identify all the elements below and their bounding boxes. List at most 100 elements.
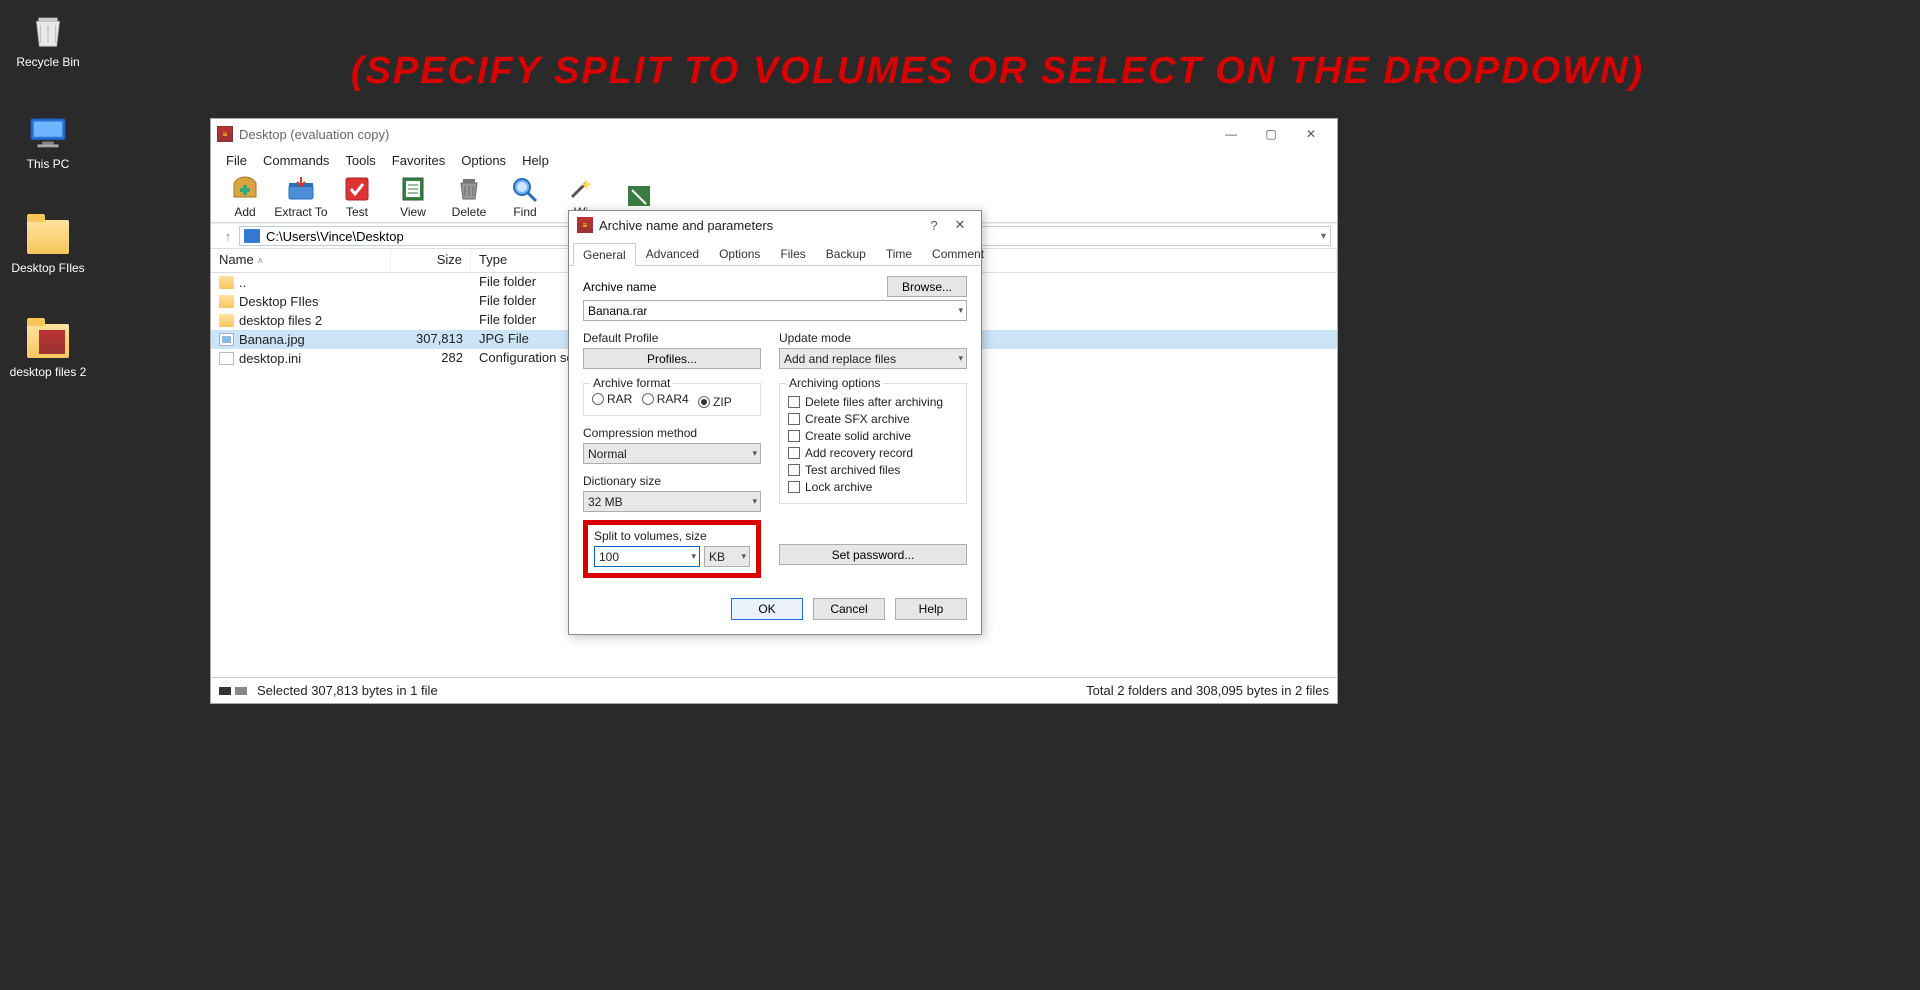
chk-delete-after[interactable]: Delete files after archiving	[788, 395, 958, 409]
up-button[interactable]: ↑	[217, 229, 239, 244]
archive-name-combo[interactable]: Banana.rar ▾	[583, 300, 967, 321]
path-text: C:\Users\Vince\Desktop	[266, 229, 404, 244]
file-icon	[219, 276, 234, 289]
radio-icon	[642, 393, 654, 405]
split-unit-combo[interactable]: KB ▾	[704, 546, 750, 567]
file-size	[391, 273, 471, 292]
col-name-header[interactable]: Name ˄	[211, 249, 391, 272]
profiles-button[interactable]: Profiles...	[583, 348, 761, 369]
desktop-icon-label: Recycle Bin	[8, 55, 88, 69]
file-icon	[219, 314, 234, 327]
dialog-help-button[interactable]: ?	[921, 218, 947, 233]
compression-combo[interactable]: Normal▾	[583, 443, 761, 464]
wizard-icon	[564, 174, 598, 204]
file-size	[391, 292, 471, 311]
file-name: desktop.ini	[239, 351, 301, 366]
file-name: Desktop FIles	[239, 294, 318, 309]
ok-button[interactable]: OK	[731, 598, 803, 620]
delete-icon	[452, 174, 486, 204]
chk-add-recovery[interactable]: Add recovery record	[788, 446, 958, 460]
dialog-title: Archive name and parameters	[599, 218, 773, 233]
chevron-down-icon: ▾	[691, 551, 696, 562]
window-title: Desktop (evaluation copy)	[239, 127, 389, 142]
tab-files[interactable]: Files	[770, 242, 815, 265]
archive-params-dialog: ≡ Archive name and parameters ? ✕ Genera…	[568, 210, 982, 635]
chevron-down-icon: ▾	[741, 551, 746, 562]
recycle-bin-icon	[27, 10, 69, 52]
tab-time[interactable]: Time	[876, 242, 922, 265]
menubar: File Commands Tools Favorites Options He…	[211, 149, 1337, 171]
default-profile-label: Default Profile	[583, 331, 761, 345]
split-size-value: 100	[599, 550, 619, 564]
checkbox-icon	[788, 481, 800, 493]
minimize-button[interactable]: —	[1211, 121, 1251, 147]
desktop-icon-label: This PC	[8, 157, 88, 171]
titlebar[interactable]: ≡ Desktop (evaluation copy) — ▢ ✕	[211, 119, 1337, 149]
radio-rar[interactable]: RAR	[592, 392, 632, 406]
radio-zip[interactable]: ZIP	[698, 395, 732, 409]
tool-view[interactable]: View	[385, 174, 441, 219]
set-password-button[interactable]: Set password...	[779, 544, 967, 565]
tab-options[interactable]: Options	[709, 242, 770, 265]
file-icon	[219, 352, 234, 365]
split-size-combo[interactable]: 100 ▾	[594, 546, 700, 567]
close-button[interactable]: ✕	[1291, 121, 1331, 147]
tool-test[interactable]: Test	[329, 174, 385, 219]
dialog-close-button[interactable]: ✕	[947, 217, 973, 233]
help-button[interactable]: Help	[895, 598, 967, 620]
tool-delete[interactable]: Delete	[441, 174, 497, 219]
menu-commands[interactable]: Commands	[256, 152, 336, 169]
chk-test-archived[interactable]: Test archived files	[788, 463, 958, 477]
desktop-folder-1[interactable]: Desktop FIles	[8, 216, 88, 275]
maximize-button[interactable]: ▢	[1251, 121, 1291, 147]
find-icon	[508, 174, 542, 204]
radio-rar4[interactable]: RAR4	[642, 392, 689, 406]
chevron-down-icon: ▾	[958, 305, 963, 316]
browse-button[interactable]: Browse...	[887, 276, 967, 297]
desktop-this-pc[interactable]: This PC	[8, 112, 88, 171]
cancel-button[interactable]: Cancel	[813, 598, 885, 620]
tab-advanced[interactable]: Advanced	[636, 242, 709, 265]
menu-help[interactable]: Help	[515, 152, 556, 169]
tool-label: Delete	[441, 205, 497, 219]
chk-create-solid[interactable]: Create solid archive	[788, 429, 958, 443]
winrar-logo-icon: ≡	[217, 126, 233, 142]
archive-name-value: Banana.rar	[588, 304, 647, 318]
menu-options[interactable]: Options	[454, 152, 513, 169]
desktop-icon-label: Desktop FIles	[8, 261, 88, 275]
tab-backup[interactable]: Backup	[816, 242, 876, 265]
chk-create-sfx[interactable]: Create SFX archive	[788, 412, 958, 426]
split-highlight-box: Split to volumes, size 100 ▾ KB ▾	[583, 520, 761, 578]
update-mode-combo[interactable]: Add and replace files▾	[779, 348, 967, 369]
chevron-down-icon: ▾	[752, 496, 757, 507]
checkbox-icon	[788, 396, 800, 408]
desktop-recycle-bin[interactable]: Recycle Bin	[8, 10, 88, 69]
dialog-titlebar[interactable]: ≡ Archive name and parameters ? ✕	[569, 211, 981, 239]
annotation-caption: (SPECIFY SPLIT TO VOLUMES OR SELECT ON T…	[225, 50, 1770, 93]
tool-find[interactable]: Find	[497, 174, 553, 219]
tab-comment[interactable]: Comment	[922, 242, 994, 265]
menu-tools[interactable]: Tools	[338, 152, 382, 169]
status-total: Total 2 folders and 308,095 bytes in 2 f…	[1086, 683, 1329, 698]
split-unit-value: KB	[709, 550, 725, 564]
status-icon2	[235, 687, 247, 695]
drive-icon	[244, 229, 260, 243]
tool-label: View	[385, 205, 441, 219]
status-icon	[219, 687, 231, 695]
file-name: ..	[239, 275, 246, 290]
tab-general[interactable]: General	[573, 243, 636, 266]
menu-file[interactable]: File	[219, 152, 254, 169]
chevron-down-icon: ▾	[752, 448, 757, 459]
desktop-folder-2[interactable]: desktop files 2	[8, 320, 88, 379]
tool-extra[interactable]	[619, 181, 659, 212]
chk-lock-archive[interactable]: Lock archive	[788, 480, 958, 494]
tool-add[interactable]: Add	[217, 174, 273, 219]
extract-icon	[284, 174, 318, 204]
dictionary-label: Dictionary size	[583, 474, 761, 488]
tool-label: Add	[217, 205, 273, 219]
menu-favorites[interactable]: Favorites	[385, 152, 452, 169]
file-size: 282	[391, 349, 471, 368]
col-size-header[interactable]: Size	[391, 249, 471, 272]
dictionary-combo[interactable]: 32 MB▾	[583, 491, 761, 512]
tool-extract-to[interactable]: Extract To	[273, 174, 329, 219]
